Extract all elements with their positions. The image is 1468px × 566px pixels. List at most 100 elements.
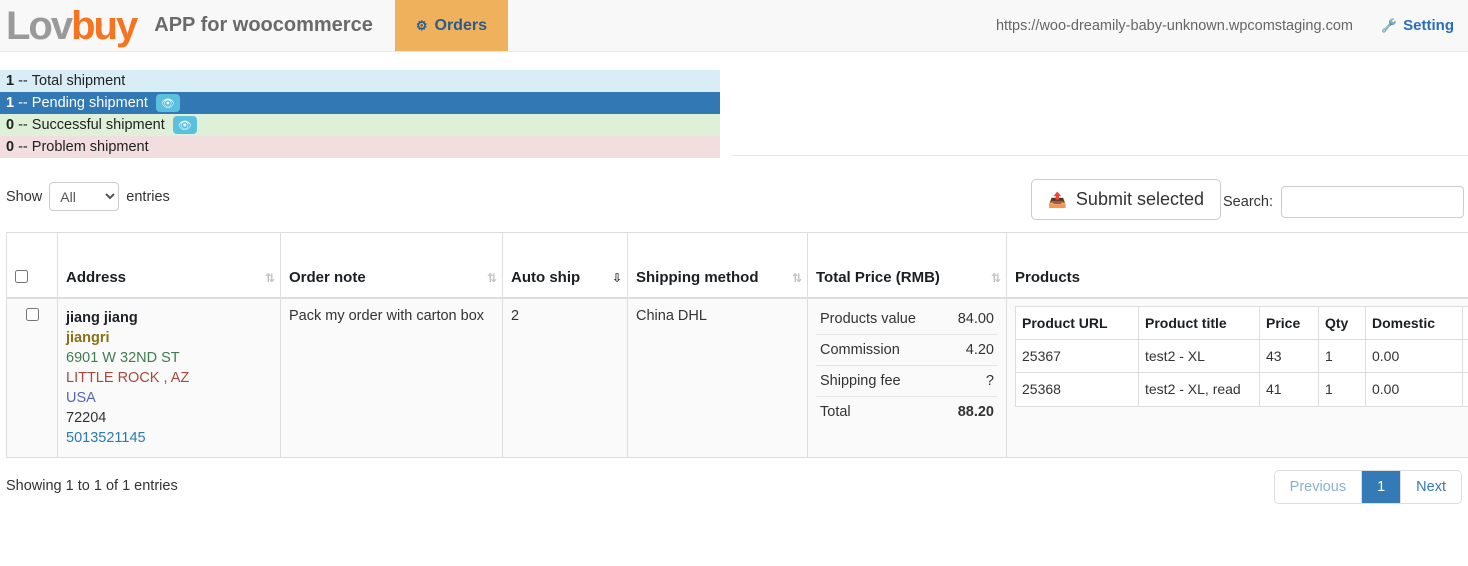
orders-table: Address ⇅ Order note ⇅ Auto ship ⇩ Shipp… bbox=[6, 232, 1468, 458]
wrench-icon: 🔧 bbox=[1380, 17, 1398, 33]
search-input[interactable] bbox=[1281, 186, 1464, 218]
products-col-domestic: Domestic bbox=[1365, 305, 1463, 341]
row-select-cell bbox=[6, 297, 58, 458]
sort-icon-auto-ship-desc: ⇩ bbox=[611, 271, 622, 285]
product-price: 43 bbox=[1259, 339, 1319, 374]
status-row-total-shipment[interactable]: 1 -- Total shipment bbox=[0, 70, 720, 92]
column-header-products-label: Products bbox=[1015, 269, 1081, 287]
select-all-checkbox[interactable] bbox=[15, 270, 28, 283]
products-col-url: Product URL bbox=[1015, 305, 1139, 341]
table-footer: Showing 1 to 1 of 1 entries Previous 1 N… bbox=[0, 470, 1468, 516]
page-title: APP for woocommerce bbox=[154, 14, 373, 36]
price-value-commission: 4.20 bbox=[943, 334, 998, 366]
pagination-previous[interactable]: Previous bbox=[1274, 471, 1363, 503]
address-street: 6901 W 32ND ST bbox=[66, 350, 180, 366]
header-right-group: https://woo-dreamily-baby-unknown.wpcoms… bbox=[996, 0, 1454, 51]
column-header-address-label: Address bbox=[66, 269, 127, 287]
submit-selected-button[interactable]: 📤 Submit selected bbox=[1031, 179, 1221, 220]
status-row-pending-shipment[interactable]: 1 -- Pending shipment 👁 bbox=[0, 92, 720, 114]
upload-icon: 📤 bbox=[1048, 191, 1067, 209]
column-header-auto-ship[interactable]: Auto ship ⇩ bbox=[502, 232, 628, 299]
price-row-commission: Commission 4.20 bbox=[816, 334, 998, 366]
price-label-products-value: Products value bbox=[816, 304, 944, 335]
column-header-total-price[interactable]: Total Price (RMB) ⇅ bbox=[807, 232, 1007, 299]
setting-link[interactable]: 🔧 Setting bbox=[1381, 17, 1454, 34]
header-divider bbox=[731, 155, 1468, 156]
total-shipment-sep: -- bbox=[18, 73, 28, 89]
address-phone: 5013521145 bbox=[66, 430, 146, 446]
problem-shipment-sep: -- bbox=[18, 139, 28, 155]
product-qty: 1 bbox=[1318, 372, 1366, 407]
address-sub-name: jiangri bbox=[66, 330, 110, 346]
orders-table-body: jiang jiang jiangri 6901 W 32ND ST LITTL… bbox=[6, 297, 1468, 458]
lovbuy-logo: Lov buy bbox=[0, 0, 138, 51]
cell-shipping-method: China DHL bbox=[627, 297, 808, 458]
sort-icon-total-price: ⇅ bbox=[990, 271, 1001, 285]
status-row-problem-shipment[interactable]: 0 -- Problem shipment bbox=[0, 136, 720, 158]
pending-shipment-sep: -- bbox=[18, 95, 28, 111]
price-row-total: Total 88.20 bbox=[816, 397, 998, 428]
total-shipment-label: Total shipment bbox=[31, 73, 126, 89]
address-name: jiang jiang bbox=[66, 310, 138, 326]
logo-text-lov: Lov bbox=[6, 3, 73, 48]
sort-icon-address: ⇅ bbox=[264, 271, 275, 285]
price-value-shipping-fee: ? bbox=[943, 365, 998, 397]
status-row-successful-shipment[interactable]: 0 -- Successful shipment 👁 bbox=[0, 114, 720, 136]
address-country: USA bbox=[66, 390, 96, 406]
product-row: 25367 test2 - XL 43 1 0.00 0 bbox=[1015, 339, 1468, 374]
search-label: Search: bbox=[1223, 194, 1273, 210]
price-label-commission: Commission bbox=[816, 334, 944, 366]
cell-auto-ship: 2 bbox=[502, 297, 628, 458]
product-note: 0 bbox=[1462, 372, 1468, 407]
products-col-title: Product title bbox=[1138, 305, 1260, 341]
product-price: 41 bbox=[1259, 372, 1319, 407]
orders-table-head: Address ⇅ Order note ⇅ Auto ship ⇩ Shipp… bbox=[6, 232, 1468, 299]
products-col-qty: Qty bbox=[1318, 305, 1366, 341]
table-controls: Show All entries 📤 Submit selected Searc… bbox=[0, 174, 1468, 232]
product-qty: 1 bbox=[1318, 339, 1366, 374]
shipment-status-list: 1 -- Total shipment 1 -- Pending shipmen… bbox=[0, 70, 720, 158]
price-label-shipping-fee: Shipping fee bbox=[816, 365, 944, 397]
successful-shipment-eye-icon[interactable]: 👁 bbox=[172, 116, 197, 134]
product-row: 25368 test2 - XL, read 41 1 0.00 0 bbox=[1015, 372, 1468, 407]
top-header-bar: Lov buy APP for woocommerce ⚙ Orders http… bbox=[0, 0, 1468, 52]
pending-shipment-eye-icon[interactable]: 👁 bbox=[155, 94, 180, 112]
problem-shipment-count: 0 bbox=[6, 139, 15, 155]
column-header-shipping-method[interactable]: Shipping method ⇅ bbox=[627, 232, 808, 299]
column-header-products[interactable]: Products ⇅ bbox=[1006, 232, 1468, 299]
cell-products: Product URL Product title Price Qty Dome… bbox=[1006, 297, 1468, 458]
product-url: 25368 bbox=[1015, 372, 1139, 407]
product-url: 25367 bbox=[1015, 339, 1139, 374]
products-col-price: Price bbox=[1259, 305, 1319, 341]
column-header-address[interactable]: Address ⇅ bbox=[57, 232, 281, 299]
pagination: Previous 1 Next bbox=[1273, 470, 1462, 504]
price-row-shipping-fee: Shipping fee ? bbox=[816, 365, 998, 397]
logo-text-buy: buy bbox=[71, 3, 138, 48]
pagination-page-1[interactable]: 1 bbox=[1362, 471, 1402, 503]
sort-icon-order-note: ⇅ bbox=[486, 271, 497, 285]
pending-shipment-label: Pending shipment bbox=[31, 95, 148, 111]
price-breakdown-table: Products value 84.00 Commission 4.20 Shi… bbox=[816, 304, 998, 427]
product-note: 0 bbox=[1462, 339, 1468, 374]
row-select-checkbox[interactable] bbox=[25, 308, 39, 321]
entries-select[interactable]: All bbox=[49, 182, 120, 211]
address-city-state: LITTLE ROCK , AZ bbox=[66, 370, 190, 386]
table-row: jiang jiang jiangri 6901 W 32ND ST LITTL… bbox=[6, 297, 1468, 458]
products-col-note: Product note bbox=[1462, 305, 1468, 341]
gear-icon: ⚙ bbox=[415, 18, 428, 33]
column-header-order-note-label: Order note bbox=[289, 269, 366, 287]
successful-shipment-label: Successful shipment bbox=[31, 117, 165, 133]
search-control: Search: bbox=[1223, 186, 1464, 218]
column-header-total-price-label: Total Price (RMB) bbox=[816, 269, 940, 287]
pagination-next[interactable]: Next bbox=[1401, 471, 1461, 503]
column-header-order-note[interactable]: Order note ⇅ bbox=[280, 232, 503, 299]
tab-orders[interactable]: ⚙ Orders bbox=[394, 0, 508, 51]
entries-length-control: Show All entries bbox=[6, 182, 170, 211]
column-header-select-all bbox=[6, 232, 58, 299]
tab-orders-label: Orders bbox=[434, 16, 487, 34]
product-domestic: 0.00 bbox=[1365, 372, 1463, 407]
products-header-row: Product URL Product title Price Qty Dome… bbox=[1015, 305, 1468, 341]
product-domestic: 0.00 bbox=[1365, 339, 1463, 374]
entries-label: entries bbox=[126, 188, 170, 205]
price-value-products-value: 84.00 bbox=[943, 304, 998, 335]
